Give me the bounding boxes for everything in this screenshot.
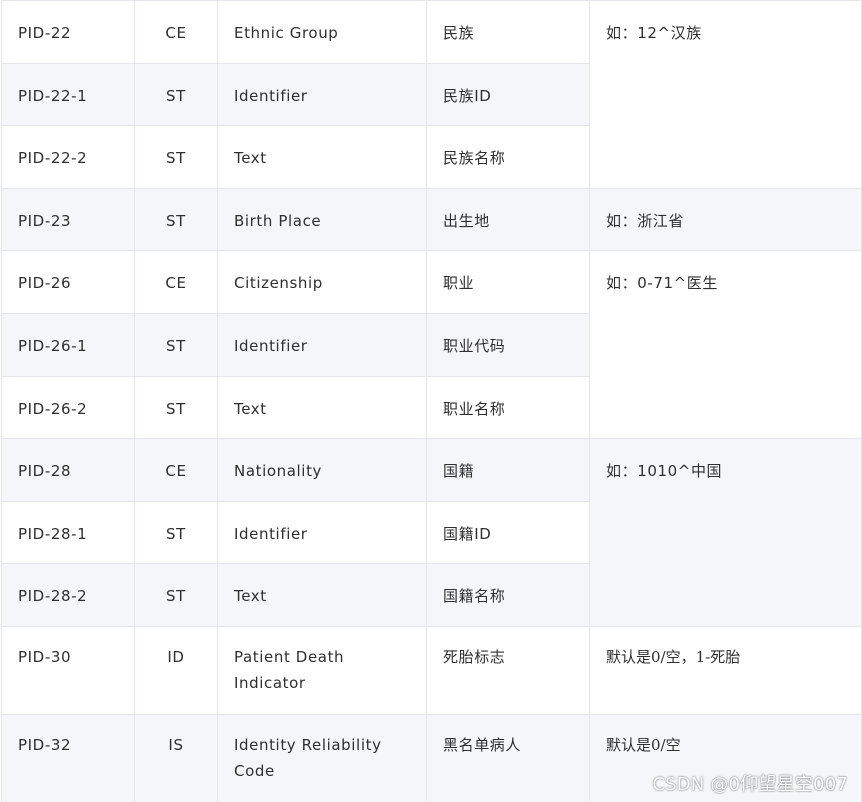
field-name-cell: Birth Place xyxy=(217,187,427,252)
field-id-cell: PID-26-2 xyxy=(1,375,135,440)
data-type-cell: ST xyxy=(134,312,218,377)
chinese-name-cell: 国籍名称 xyxy=(426,563,590,627)
field-id-cell: PID-22-2 xyxy=(1,125,135,189)
data-type-cell: ST xyxy=(134,62,218,127)
chinese-name-cell: 国籍 xyxy=(426,438,590,502)
field-id-cell: PID-28-1 xyxy=(1,500,135,565)
field-name-cell: Ethnic Group xyxy=(217,0,427,64)
page: PID-22 CE Ethnic Group 民族 如：12^汉族 PID-22… xyxy=(0,0,862,802)
data-type-cell: ST xyxy=(134,500,218,565)
data-type-cell: CE xyxy=(134,250,218,314)
chinese-name-cell: 职业代码 xyxy=(426,312,590,377)
chinese-name-cell: 职业名称 xyxy=(426,375,590,440)
chinese-name-cell: 民族名称 xyxy=(426,125,590,189)
data-type-cell: CE xyxy=(134,438,218,502)
example-cell: 默认是0/空，1-死胎 xyxy=(589,625,862,715)
table-row: PID-26 CE Citizenship 职业 如：0-71^医生 xyxy=(1,250,862,440)
table-row: PID-28 CE Nationality 国籍 如：1010^中国 xyxy=(1,438,862,627)
data-type-cell: IS xyxy=(134,713,218,802)
field-id-cell: PID-28 xyxy=(1,438,135,502)
field-name-cell: Identifier xyxy=(217,500,427,565)
field-name-cell: Text xyxy=(217,375,427,440)
example-cell: 如：1010^中国 xyxy=(589,438,862,627)
field-id-cell: PID-26 xyxy=(1,250,135,314)
chinese-name-cell: 黑名单病人 xyxy=(426,713,590,802)
table-row: PID-22 CE Ethnic Group 民族 如：12^汉族 xyxy=(1,0,862,189)
chinese-name-cell: 国籍ID xyxy=(426,500,590,565)
chinese-name-cell: 出生地 xyxy=(426,187,590,252)
field-id-cell: PID-22 xyxy=(1,0,135,64)
field-name-cell: Identity Reliability Code xyxy=(217,713,427,802)
table-row: PID-30 ID Patient Death Indicator 死胎标志 默… xyxy=(1,625,862,715)
data-type-cell: ID xyxy=(134,625,218,715)
chinese-name-cell: 民族ID xyxy=(426,62,590,127)
field-id-cell: PID-30 xyxy=(1,625,135,715)
data-type-cell: CE xyxy=(134,0,218,64)
chinese-name-cell: 死胎标志 xyxy=(426,625,590,715)
table-row: PID-23 ST Birth Place 出生地 如：浙江省 xyxy=(1,187,862,252)
chinese-name-cell: 民族 xyxy=(426,0,590,64)
example-cell: 如：0-71^医生 xyxy=(589,250,862,440)
data-type-cell: ST xyxy=(134,125,218,189)
field-name-cell: Nationality xyxy=(217,438,427,502)
data-type-cell: ST xyxy=(134,187,218,252)
data-type-cell: ST xyxy=(134,563,218,627)
field-id-cell: PID-26-1 xyxy=(1,312,135,377)
example-cell: 如：浙江省 xyxy=(589,187,862,252)
field-id-cell: PID-23 xyxy=(1,187,135,252)
field-name-cell: Citizenship xyxy=(217,250,427,314)
field-id-cell: PID-22-1 xyxy=(1,62,135,127)
field-name-cell: Text xyxy=(217,125,427,189)
field-id-cell: PID-28-2 xyxy=(1,563,135,627)
chinese-name-cell: 职业 xyxy=(426,250,590,314)
watermark: CSDN @0仰望星空007 xyxy=(652,774,848,795)
hl7-pid-field-table: PID-22 CE Ethnic Group 民族 如：12^汉族 PID-22… xyxy=(1,0,862,802)
data-type-cell: ST xyxy=(134,375,218,440)
field-id-cell: PID-32 xyxy=(1,713,135,802)
field-name-cell: Patient Death Indicator xyxy=(217,625,427,715)
field-name-cell: Identifier xyxy=(217,62,427,127)
field-name-cell: Identifier xyxy=(217,312,427,377)
field-name-cell: Text xyxy=(217,563,427,627)
example-cell: 如：12^汉族 xyxy=(589,0,862,189)
